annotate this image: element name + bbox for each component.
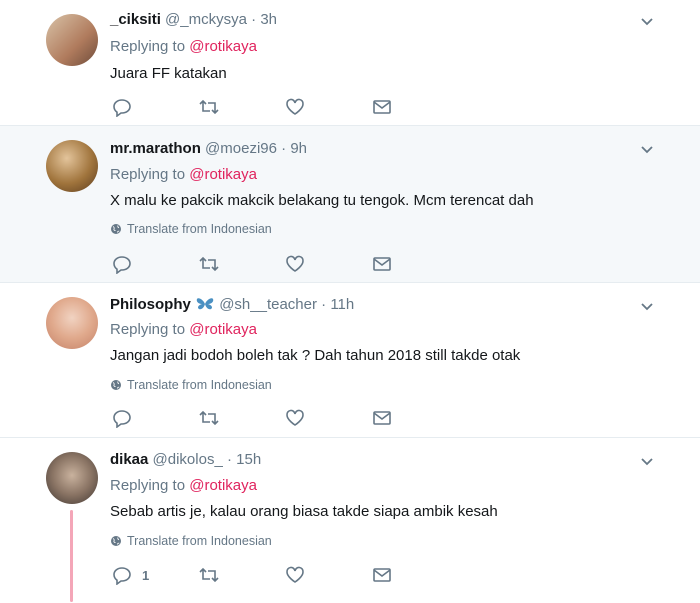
reply-button[interactable] (112, 408, 132, 428)
like-button[interactable] (285, 97, 305, 117)
translate-link[interactable]: Translate from Indonesian (110, 378, 272, 392)
user-handle[interactable]: @dikolos_ (153, 451, 223, 468)
tweet-3[interactable]: Philosophy @sh__teacher · 11h Replying t… (0, 283, 700, 438)
user-handle[interactable]: @sh__teacher (219, 296, 317, 313)
direct-message-button[interactable] (372, 97, 392, 117)
tweet-text: Sebab artis je, kalau orang biasa takde … (110, 503, 498, 520)
tweet-text: Jangan jadi bodoh boleh tak ? Dah tahun … (110, 347, 521, 364)
timestamp[interactable]: 15h (236, 451, 261, 468)
replying-to: Replying to @rotikaya (110, 166, 257, 183)
retweet-icon (199, 567, 219, 583)
display-name[interactable]: _ciksiti (110, 11, 161, 28)
tweet-text: Juara FF katakan (110, 65, 227, 82)
direct-message-button[interactable] (372, 408, 392, 428)
tweet-actions (110, 97, 410, 117)
butterfly-icon (196, 298, 214, 310)
reply-button[interactable]: 1 (112, 565, 149, 585)
tweet-4[interactable]: dikaa @dikolos_ · 15h Replying to @rotik… (0, 438, 700, 603)
heart-icon (286, 98, 304, 115)
separator-dot: · (251, 11, 257, 28)
like-button[interactable] (285, 408, 305, 428)
timestamp[interactable]: 9h (290, 140, 307, 157)
replying-to: Replying to @rotikaya (110, 477, 257, 494)
reply-button[interactable] (112, 254, 132, 274)
retweet-button[interactable] (198, 97, 220, 117)
display-name[interactable]: Philosophy (110, 296, 191, 313)
replying-to: Replying to @rotikaya (110, 38, 257, 55)
like-button[interactable] (285, 254, 305, 274)
reply-icon (113, 410, 131, 428)
retweet-button[interactable] (198, 254, 220, 274)
heart-icon (286, 566, 304, 583)
avatar[interactable] (46, 140, 98, 192)
translate-link[interactable]: Translate from Indonesian (110, 222, 272, 236)
chevron-down-icon[interactable] (640, 299, 654, 313)
avatar[interactable] (46, 14, 98, 66)
avatar[interactable] (46, 297, 98, 349)
tweet-1[interactable]: _ciksiti @_mckysya · 3h Replying to @rot… (0, 0, 700, 126)
replying-to: Replying to @rotikaya (110, 321, 257, 338)
envelope-icon (373, 411, 391, 425)
avatar[interactable] (46, 452, 98, 504)
mention-link[interactable]: @rotikaya (189, 166, 257, 183)
tweet-actions (110, 408, 410, 428)
display-name[interactable]: dikaa (110, 451, 148, 468)
tweet-2[interactable]: mr.marathon @moezi96 · 9h Replying to @r… (0, 126, 700, 283)
retweet-button[interactable] (198, 565, 220, 585)
mention-link[interactable]: @rotikaya (189, 321, 257, 338)
tweet-actions: 1 (110, 565, 410, 585)
retweet-icon (199, 410, 219, 426)
envelope-icon (373, 257, 391, 271)
timestamp[interactable]: 3h (260, 11, 277, 28)
separator-dot: · (281, 140, 287, 157)
display-name[interactable]: mr.marathon (110, 140, 201, 157)
globe-icon (111, 380, 121, 390)
globe-icon (111, 224, 121, 234)
direct-message-button[interactable] (372, 565, 392, 585)
separator-dot: · (321, 296, 327, 313)
tweet-text: X malu ke pakcik makcik belakang tu teng… (110, 192, 534, 209)
retweet-icon (199, 99, 219, 115)
user-handle[interactable]: @_mckysya (165, 11, 247, 28)
heart-icon (286, 409, 304, 426)
like-button[interactable] (285, 565, 305, 585)
heart-icon (286, 255, 304, 272)
separator-dot: · (226, 451, 232, 468)
chevron-down-icon[interactable] (640, 454, 654, 468)
mention-link[interactable]: @rotikaya (189, 477, 257, 494)
translate-link[interactable]: Translate from Indonesian (110, 534, 272, 548)
reply-icon (113, 99, 131, 117)
globe-icon (111, 536, 121, 546)
envelope-icon (373, 100, 391, 114)
envelope-icon (373, 568, 391, 582)
retweet-button[interactable] (198, 408, 220, 428)
reply-icon (113, 256, 131, 274)
chevron-down-icon[interactable] (640, 14, 654, 28)
reply-button[interactable] (112, 97, 132, 117)
timestamp[interactable]: 11h (330, 296, 354, 313)
thread-line (70, 510, 73, 602)
reply-icon (113, 567, 131, 585)
reply-count: 1 (142, 567, 150, 583)
chevron-down-icon[interactable] (640, 142, 654, 156)
direct-message-button[interactable] (372, 254, 392, 274)
tweet-actions (110, 254, 410, 274)
retweet-icon (199, 256, 219, 272)
user-handle[interactable]: @moezi96 (205, 140, 277, 157)
mention-link[interactable]: @rotikaya (189, 38, 257, 55)
